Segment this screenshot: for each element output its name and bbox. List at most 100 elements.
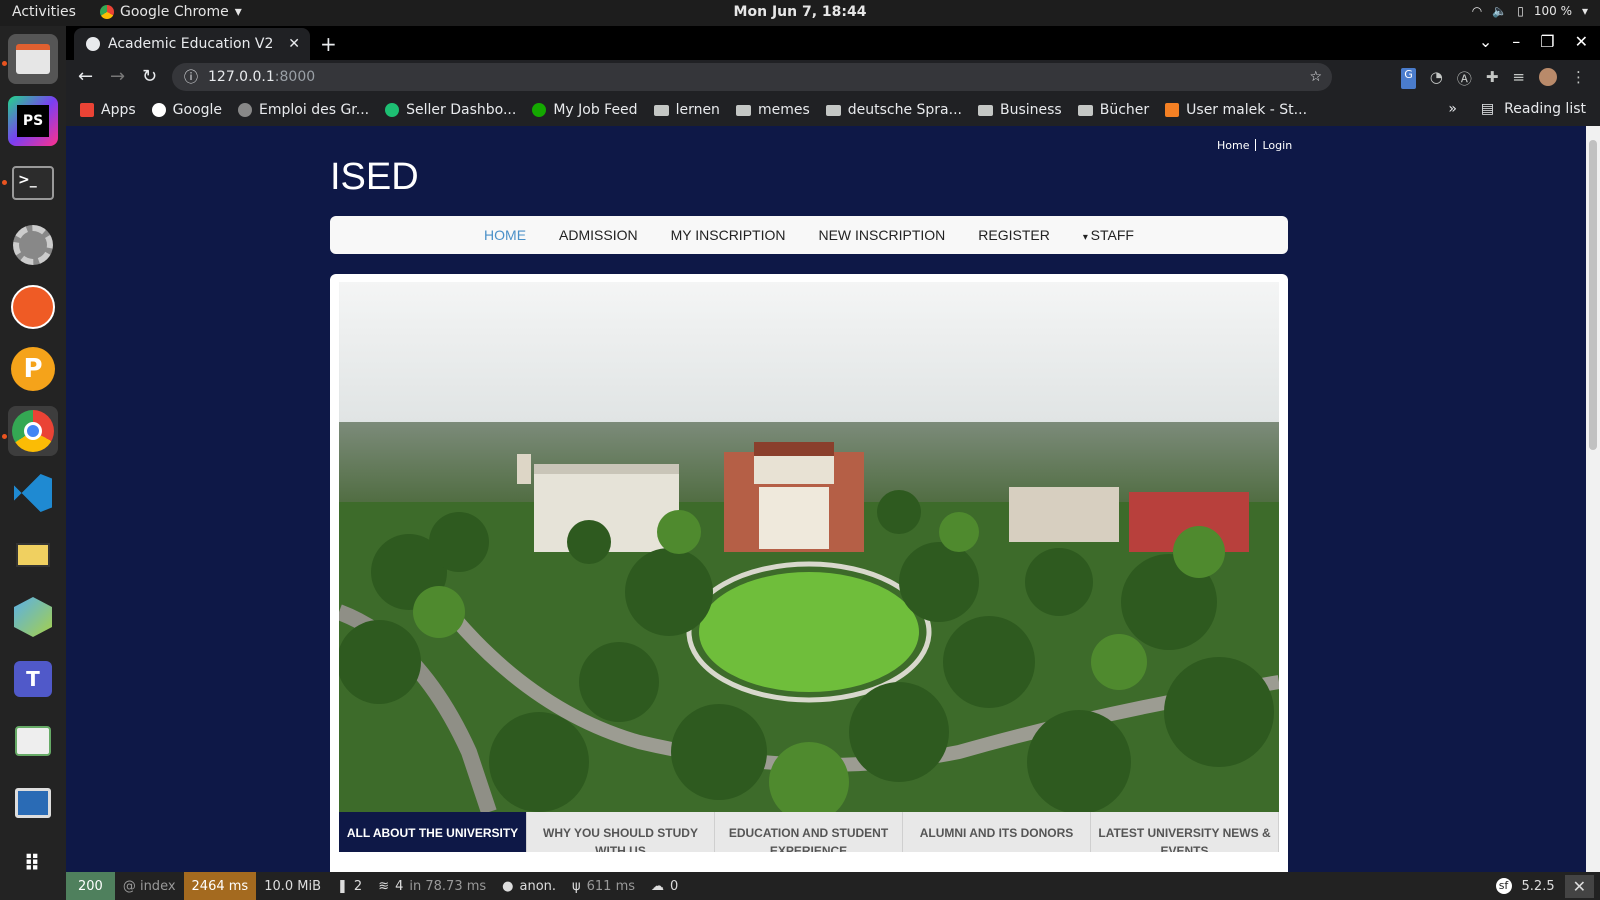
- debug-route[interactable]: @ index: [115, 872, 184, 900]
- running-indicator: [2, 180, 7, 185]
- extensions-puzzle-icon[interactable]: ✚: [1486, 68, 1499, 89]
- slider-tab[interactable]: ALL ABOUT THE UNIVERSITY: [339, 812, 527, 852]
- files-icon[interactable]: [8, 34, 58, 84]
- app-grid-icon[interactable]: ⠿: [8, 840, 58, 890]
- page-scrollbar[interactable]: [1586, 126, 1600, 872]
- bookmark-item[interactable]: Google: [151, 102, 222, 118]
- site-brand[interactable]: ISED: [330, 156, 419, 199]
- chrome-icon[interactable]: [8, 406, 58, 456]
- bookmark-item[interactable]: Business: [977, 102, 1062, 118]
- overflow-chevron-icon[interactable]: »: [1448, 101, 1457, 117]
- top-link-home[interactable]: Home: [1217, 139, 1249, 152]
- symfony-logo-icon: sf: [1495, 878, 1512, 894]
- media-control-icon[interactable]: ≡: [1512, 68, 1525, 89]
- nav-item-my-inscription[interactable]: MY INSCRIPTION: [671, 227, 786, 243]
- image-viewer-icon[interactable]: [8, 716, 58, 766]
- close-tab-icon[interactable]: ✕: [288, 36, 300, 52]
- debug-logs[interactable]: ❚ 2: [329, 872, 370, 900]
- nav-item-staff[interactable]: ▾ STAFF: [1083, 227, 1134, 243]
- virtualbox-icon[interactable]: [8, 592, 58, 642]
- debug-render[interactable]: ψ 611 ms: [564, 872, 643, 900]
- twig-icon: ψ: [572, 878, 581, 894]
- tab-title: Academic Education V2: [108, 36, 274, 52]
- url-port: :8000: [274, 69, 316, 85]
- terminal-icon[interactable]: >_: [8, 158, 58, 208]
- bookmark-item[interactable]: lernen: [653, 102, 720, 118]
- tab-search-icon[interactable]: ⌄: [1479, 32, 1492, 51]
- new-tab-button[interactable]: +: [320, 32, 337, 56]
- info-icon[interactable]: ⓘ: [184, 67, 198, 87]
- profile-avatar[interactable]: [1539, 68, 1557, 86]
- bookmark-item[interactable]: Apps: [80, 102, 136, 118]
- reading-list-button[interactable]: » ▤ Reading list: [1448, 101, 1586, 117]
- bookmark-item[interactable]: My Job Feed: [532, 102, 638, 118]
- postman-icon[interactable]: [8, 282, 58, 332]
- translate-icon[interactable]: G: [1401, 68, 1416, 89]
- close-window-icon[interactable]: ✕: [1575, 32, 1588, 51]
- hide-toolbar-icon[interactable]: ✕: [1564, 874, 1594, 898]
- mail-search-icon[interactable]: [8, 530, 58, 580]
- system-tray[interactable]: ◠ 🔈 ▯ 100 % ▾: [1472, 4, 1588, 18]
- bookmark-item[interactable]: Seller Dashbo...: [385, 102, 516, 118]
- plex-icon[interactable]: P: [8, 344, 58, 394]
- bookmark-item[interactable]: memes: [735, 102, 810, 118]
- symfony-version[interactable]: 5.2.5: [1522, 879, 1555, 894]
- extension-a-icon[interactable]: Ⓐ: [1457, 68, 1472, 89]
- fiverr-icon: [385, 103, 400, 117]
- vscode-icon[interactable]: [8, 468, 58, 518]
- address-bar[interactable]: ⓘ 127.0.0.1:8000 ☆: [172, 63, 1332, 91]
- presentation-icon[interactable]: [8, 778, 58, 828]
- slider-tab[interactable]: EDUCATION AND STUDENT EXPERIENCE: [715, 812, 903, 852]
- chevron-down-icon: ▾: [1581, 4, 1588, 18]
- user-value: anon.: [519, 878, 557, 894]
- debug-memory[interactable]: 10.0 MiB: [256, 872, 329, 900]
- slider-tab[interactable]: LATEST UNIVERSITY NEWS & EVENTS: [1091, 812, 1279, 852]
- minimize-icon[interactable]: –: [1512, 32, 1520, 51]
- bookmark-label: memes: [757, 102, 810, 118]
- nav-item-register[interactable]: REGISTER: [978, 227, 1050, 243]
- tab-active[interactable]: Academic Education V2 ✕: [74, 28, 310, 60]
- cloud-upload-icon: ☁: [651, 878, 665, 894]
- restore-icon[interactable]: ❐: [1540, 32, 1554, 51]
- phpstorm-icon[interactable]: PS: [8, 96, 58, 146]
- divider: [1255, 139, 1257, 151]
- forward-icon[interactable]: →: [110, 66, 125, 87]
- debug-user[interactable]: ● anon.: [494, 872, 564, 900]
- page-viewport: Home Login ISED HOME ADMISSION MY INSCRIPT…: [66, 126, 1600, 872]
- nav-item-new-inscription[interactable]: NEW INSCRIPTION: [818, 227, 945, 243]
- nav-label: STAFF: [1090, 227, 1134, 243]
- bookmark-item[interactable]: User malek - St...: [1165, 102, 1307, 118]
- bookmark-label: lernen: [675, 102, 720, 118]
- nav-item-home[interactable]: HOME: [484, 227, 526, 243]
- scrollbar-thumb[interactable]: [1589, 140, 1597, 450]
- render-time: 611 ms: [586, 878, 636, 894]
- uploads-count: 0: [670, 878, 679, 894]
- db-time: in 78.73 ms: [409, 878, 487, 894]
- debug-uploads[interactable]: ☁ 0: [643, 872, 686, 900]
- bookmark-star-icon[interactable]: ☆: [1309, 69, 1322, 85]
- caret-down-icon: ▾: [1082, 232, 1091, 243]
- settings-icon[interactable]: [8, 220, 58, 270]
- extension-clock-icon[interactable]: ◔: [1430, 68, 1443, 89]
- debug-status[interactable]: 200: [66, 872, 115, 900]
- teams-icon[interactable]: T: [8, 654, 58, 704]
- volume-icon: 🔈: [1492, 4, 1508, 18]
- top-link-login[interactable]: Login: [1262, 139, 1292, 152]
- nav-item-admission[interactable]: ADMISSION: [559, 227, 638, 243]
- reload-icon[interactable]: ↻: [142, 66, 157, 87]
- slider-tab-label: WHY YOU SHOULD STUDY WITH US: [543, 826, 698, 852]
- clock[interactable]: Mon Jun 7, 18:44: [0, 4, 1600, 20]
- slider-tab[interactable]: ALUMNI AND ITS DONORS: [903, 812, 1091, 852]
- bookmark-label: Emploi des Gr...: [259, 102, 370, 118]
- bookmark-item[interactable]: deutsche Spra...: [825, 102, 962, 118]
- slider-tab[interactable]: WHY YOU SHOULD STUDY WITH US: [527, 812, 715, 852]
- menu-kebab-icon[interactable]: ⋮: [1571, 68, 1586, 89]
- debug-time[interactable]: 2464 ms: [183, 872, 257, 900]
- back-icon[interactable]: ←: [78, 66, 93, 87]
- debug-db[interactable]: ≋ 4 in 78.73 ms: [370, 872, 494, 900]
- phpstorm-label: PS: [17, 105, 49, 137]
- bookmark-item[interactable]: Emploi des Gr...: [238, 102, 369, 118]
- window-controls: ⌄ – ❐ ✕: [1479, 32, 1588, 51]
- bookmark-item[interactable]: Bücher: [1077, 102, 1149, 118]
- slider-tab-label: EDUCATION AND STUDENT EXPERIENCE: [728, 826, 889, 852]
